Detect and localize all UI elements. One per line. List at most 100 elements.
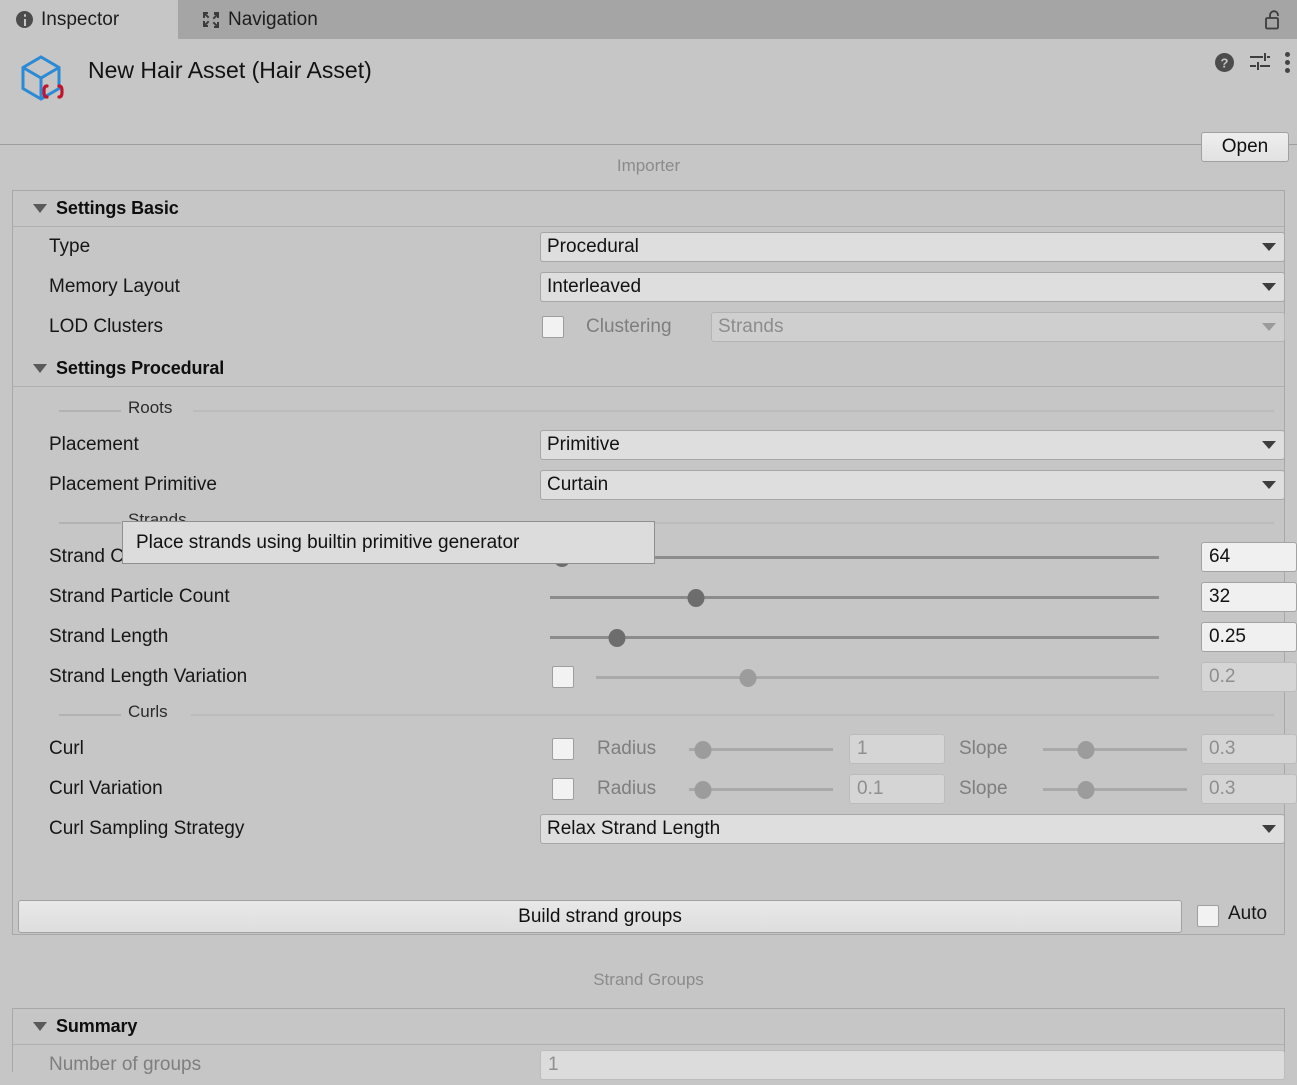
chevron-down-icon: [1262, 441, 1276, 449]
tab-inspector[interactable]: Inspector: [0, 0, 178, 39]
value-strand-particle-count[interactable]: 32: [1201, 582, 1297, 612]
slider-knob[interactable]: [695, 741, 712, 759]
triangle-down-icon: [33, 1022, 47, 1031]
row-placement-primitive: Placement Primitive Curtain: [13, 465, 1284, 505]
slider-curl-radius[interactable]: [689, 739, 833, 759]
rule-right: [191, 714, 1274, 716]
row-curl-variation: Curl Variation Radius 0.1 Slope 0.3: [13, 769, 1284, 809]
slider-track: [1043, 748, 1187, 751]
foldout-summary-label: Summary: [56, 1016, 137, 1037]
label-auto-build: Auto: [1228, 903, 1267, 925]
tab-inspector-label: Inspector: [41, 10, 119, 29]
slider-track: [1043, 788, 1187, 791]
row-strand-particle-count: Strand Particle Count 32: [13, 577, 1284, 617]
foldout-summary[interactable]: Summary: [13, 1009, 1284, 1045]
checkbox-auto-build[interactable]: [1197, 905, 1219, 927]
label-strand-length-variation: Strand Length Variation: [49, 666, 247, 688]
rule-left: [59, 714, 121, 716]
label-type: Type: [49, 236, 90, 258]
chevron-down-icon: [1262, 825, 1276, 833]
importer-section-label: Importer: [0, 156, 1297, 176]
slider-curl-variation-radius[interactable]: [689, 779, 833, 799]
dropdown-memory-layout[interactable]: Interleaved: [540, 272, 1285, 302]
foldout-settings-basic-label: Settings Basic: [56, 198, 179, 219]
label-placement: Placement: [49, 434, 139, 456]
subheader-roots: Roots: [13, 395, 1284, 425]
dropdown-placement-value: Primitive: [547, 434, 620, 456]
foldout-settings-basic[interactable]: Settings Basic: [13, 191, 1284, 227]
foldout-settings-procedural[interactable]: Settings Procedural: [13, 351, 1284, 387]
row-number-of-groups: Number of groups 1: [13, 1045, 1284, 1085]
unlocked-padlock-icon[interactable]: [1263, 9, 1283, 30]
slider-knob[interactable]: [688, 589, 705, 607]
row-memory-layout: Memory Layout Interleaved: [13, 267, 1284, 307]
value-curl-slope[interactable]: 0.3: [1201, 734, 1297, 764]
build-strand-groups-button[interactable]: Build strand groups: [18, 900, 1182, 933]
value-curl-variation-radius[interactable]: 0.1: [849, 774, 945, 804]
dropdown-clustering-mode-value: Strands: [718, 316, 783, 338]
dropdown-curl-sampling-strategy[interactable]: Relax Strand Length: [540, 814, 1285, 844]
value-strand-length-variation[interactable]: 0.2: [1201, 662, 1297, 692]
kebab-menu-icon[interactable]: [1285, 51, 1291, 73]
triangle-down-icon: [33, 364, 47, 373]
value-curl-radius[interactable]: 1: [849, 734, 945, 764]
rule-left: [59, 522, 121, 524]
tab-navigation-label: Navigation: [228, 10, 318, 29]
foldout-settings-procedural-label: Settings Procedural: [56, 358, 224, 379]
slider-knob[interactable]: [1078, 781, 1095, 799]
label-number-of-groups: Number of groups: [49, 1054, 201, 1076]
slider-curl-slope[interactable]: [1043, 739, 1187, 759]
header-icon-group: ?: [1214, 51, 1291, 73]
dropdown-clustering-mode[interactable]: Strands: [711, 312, 1285, 342]
label-memory-layout: Memory Layout: [49, 276, 180, 298]
row-lod-clusters: LOD Clusters Clustering Strands: [13, 307, 1284, 347]
label-curl-radius: Radius: [597, 738, 656, 760]
chevron-down-icon: [1262, 243, 1276, 251]
slider-strand-particle-count[interactable]: [550, 587, 1159, 607]
subheader-curls-label: Curls: [128, 702, 168, 722]
slider-knob[interactable]: [695, 781, 712, 799]
slider-curl-variation-slope[interactable]: [1043, 779, 1187, 799]
slider-strand-length[interactable]: [550, 627, 1159, 647]
value-number-of-groups[interactable]: 1: [540, 1050, 1285, 1080]
label-clustering: Clustering: [586, 316, 672, 338]
subheader-curls: Curls: [13, 699, 1284, 729]
checkbox-strand-length-variation[interactable]: [552, 666, 574, 688]
slider-strand-length-variation[interactable]: [596, 667, 1159, 687]
label-strand-particle-count: Strand Particle Count: [49, 586, 230, 608]
label-curl-variation-radius: Radius: [597, 778, 656, 800]
row-placement: Placement Primitive: [13, 425, 1284, 465]
dropdown-memory-layout-value: Interleaved: [547, 276, 641, 298]
chevron-down-icon: [1262, 283, 1276, 291]
value-strand-count[interactable]: 64: [1201, 542, 1297, 572]
checkbox-curl-variation[interactable]: [552, 778, 574, 800]
label-strand-length: Strand Length: [49, 626, 168, 648]
dropdown-type[interactable]: Procedural: [540, 232, 1285, 262]
label-curl-variation: Curl Variation: [49, 778, 163, 800]
page-title: New Hair Asset (Hair Asset): [88, 51, 372, 89]
slider-track: [596, 676, 1159, 679]
help-icon[interactable]: ?: [1214, 52, 1235, 73]
tab-navigation[interactable]: Navigation: [186, 0, 371, 39]
slider-knob[interactable]: [608, 629, 625, 647]
rule-left: [59, 410, 121, 412]
label-curl-variation-slope: Slope: [959, 778, 1008, 800]
preset-settings-icon[interactable]: [1249, 52, 1271, 72]
dropdown-placement-primitive[interactable]: Curtain: [540, 470, 1285, 500]
value-curl-variation-slope[interactable]: 0.3: [1201, 774, 1297, 804]
value-strand-length[interactable]: 0.25: [1201, 622, 1297, 652]
row-curl-sampling-strategy: Curl Sampling Strategy Relax Strand Leng…: [13, 809, 1284, 849]
checkbox-curl[interactable]: [552, 738, 574, 760]
slider-track: [550, 636, 1159, 639]
asset-header: New Hair Asset (Hair Asset) ? Open: [0, 39, 1297, 145]
tooltip-placement-primitive: Place strands using builtin primitive ge…: [122, 521, 655, 564]
slider-knob[interactable]: [740, 669, 757, 687]
dropdown-placement-primitive-value: Curtain: [547, 474, 608, 496]
label-curl-sampling-strategy: Curl Sampling Strategy: [49, 818, 244, 840]
dropdown-placement[interactable]: Primitive: [540, 430, 1285, 460]
rule-right: [193, 410, 1274, 412]
strand-groups-section-label: Strand Groups: [0, 970, 1297, 990]
checkbox-lod-clusters[interactable]: [542, 316, 564, 338]
editor-tab-bar: Inspector Navigation: [0, 0, 1297, 39]
slider-knob[interactable]: [1078, 741, 1095, 759]
